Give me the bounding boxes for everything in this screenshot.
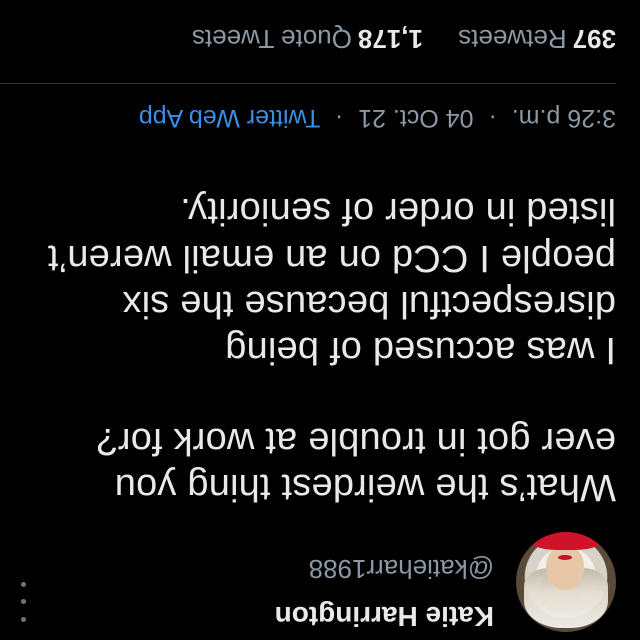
tweet-source-link[interactable]: Twitter Web App <box>139 104 321 132</box>
author-handle[interactable]: @katieharr1988 <box>309 553 494 584</box>
avatar-face <box>546 546 584 590</box>
more-vertical-icon[interactable] <box>16 582 32 622</box>
tweet-question: What’s the weirdest thing you ever got i… <box>96 419 616 508</box>
avatar-lips <box>558 555 572 560</box>
dot <box>21 582 27 587</box>
tweet-answer: I was accused of being disrespectful bec… <box>47 190 616 372</box>
retweets-count: 397 <box>572 24 616 54</box>
dot <box>21 599 27 605</box>
retweets-label: Retweets <box>458 24 567 54</box>
tweet-meta: 3:26 p.m. · 04 Oct. 21 · Twitter Web App <box>139 103 616 132</box>
tweet-time[interactable]: 3:26 p.m. <box>512 104 616 132</box>
tweet-date[interactable]: 04 Oct. 21 <box>358 104 473 132</box>
tweet-detail: Katie Harrington @katieharr1988 What’s t… <box>0 0 640 640</box>
author-name[interactable]: Katie Harrington <box>275 600 494 632</box>
quote-tweets-label: Quote Tweets <box>191 24 352 54</box>
avatar-shirt <box>526 532 606 550</box>
rotated-screen: Katie Harrington @katieharr1988 What’s t… <box>0 0 640 640</box>
dot <box>21 617 27 622</box>
divider <box>0 83 616 84</box>
tweet-text: What’s the weirdest thing you ever got i… <box>16 144 616 510</box>
separator: · <box>334 104 344 132</box>
tweet-stats: 397Retweets 1,178Quote Tweets <box>164 23 616 54</box>
avatar[interactable] <box>516 532 616 632</box>
retweets-stat[interactable]: 397Retweets <box>451 24 616 54</box>
quote-tweets-count: 1,178 <box>357 24 423 54</box>
separator: · <box>488 104 497 132</box>
quote-tweets-stat[interactable]: 1,178Quote Tweets <box>192 24 423 54</box>
